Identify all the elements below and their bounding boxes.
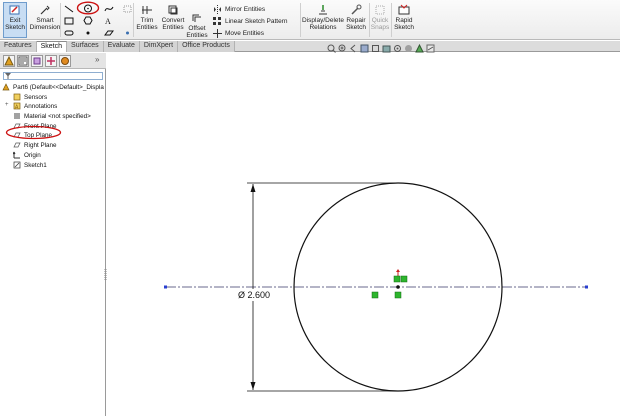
origin-arrow-icon [396,269,400,272]
coincident-relation-icon[interactable] [394,291,402,299]
sketch-canvas: Ø 2.600 [164,182,588,392]
dimension-arrow-bottom [250,382,256,390]
centerline-endpoint-left[interactable] [164,285,167,289]
dimension-arrow-top [250,184,256,192]
circle-center-point[interactable] [396,285,400,289]
coincident-relation-icon[interactable] [393,275,401,283]
diameter-dimension-text[interactable]: Ø 2.600 [238,290,270,300]
horizontal-relation-icon[interactable] [371,291,379,299]
coincident-relation-icon[interactable] [400,275,408,283]
centerline-endpoint-right[interactable] [585,285,588,289]
